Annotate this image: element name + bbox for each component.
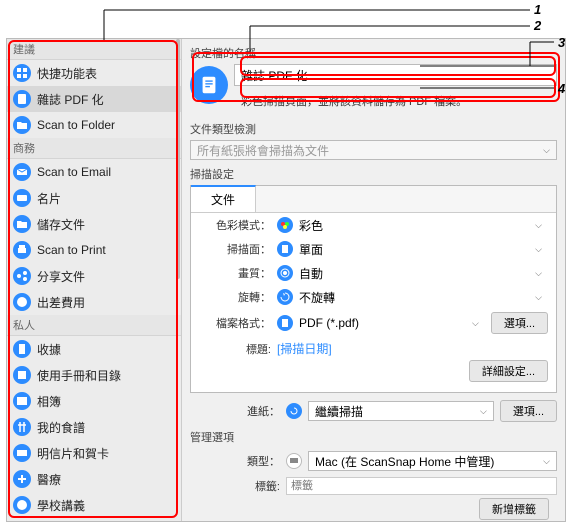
- sidebar-item-label: 雜誌 PDF 化: [37, 91, 104, 108]
- pdf-icon: [277, 315, 293, 331]
- book-icon: [13, 366, 31, 384]
- sidebar-item-album[interactable]: 相簿: [7, 388, 181, 414]
- medical-icon: [13, 470, 31, 488]
- profile-icon[interactable]: [190, 66, 228, 104]
- tag-label: 標籤:: [190, 478, 280, 494]
- scan-settings-box: 文件 色彩模式： 彩色⌵ 掃描面： 單面⌵ 畫質： 自動⌵ 旋轉： 不旋轉⌵: [190, 185, 557, 393]
- title-label: 標題:: [199, 341, 271, 357]
- rotate-combo[interactable]: 不旋轉⌵: [299, 288, 548, 306]
- feed-combo[interactable]: 繼續掃描⌵: [308, 401, 494, 421]
- feed-icon: [286, 403, 302, 419]
- sidebar-item-label: 學校講義: [37, 497, 85, 514]
- print-icon: [13, 241, 31, 259]
- sidebar-item-label: Scan to Print: [37, 243, 106, 257]
- page-icon: [277, 241, 293, 257]
- sidebar-item-label: 收據: [37, 341, 61, 358]
- callout-num-1: 1: [534, 2, 541, 17]
- detail-settings-button[interactable]: 詳細設定...: [469, 360, 548, 382]
- sidebar-item-label: Scan to Folder: [37, 118, 115, 132]
- profile-description: 彩色掃描頁面，並將該資料儲存為 PDF 檔案。: [234, 89, 557, 113]
- doc-detect-label: 文件類型檢測: [190, 121, 557, 137]
- callout-num-2: 2: [534, 18, 541, 33]
- folder-icon: [13, 116, 31, 134]
- profile-name-input[interactable]: [234, 64, 557, 86]
- save-icon: [13, 215, 31, 233]
- sidebar-item-expense[interactable]: 出差費用: [7, 289, 181, 315]
- color-mode-label: 色彩模式：: [199, 217, 271, 233]
- type-combo[interactable]: Mac (在 ScanSnap Home 中管理)⌵: [308, 451, 557, 471]
- tab-document[interactable]: 文件: [191, 185, 256, 212]
- sidebar-item-share[interactable]: 分享文件: [7, 263, 181, 289]
- doc-detect-combo[interactable]: 所有紙張將會掃描為文件 ⌵: [190, 140, 557, 160]
- postcard-icon: [13, 444, 31, 462]
- quality-combo[interactable]: 自動⌵: [299, 264, 548, 282]
- manage-label: 管理選項: [190, 429, 557, 445]
- globe-icon: [13, 293, 31, 311]
- sidebar-item-save-doc[interactable]: 儲存文件: [7, 211, 181, 237]
- sidebar-group-suggest: 建議: [7, 39, 181, 60]
- quality-icon: [277, 265, 293, 281]
- sidebar-item-scan-print[interactable]: Scan to Print: [7, 237, 181, 263]
- fork-icon: [13, 418, 31, 436]
- sidebar: 建議 快捷功能表 雜誌 PDF 化 Scan to Folder 商務 Scan…: [7, 39, 182, 521]
- card-icon: [13, 189, 31, 207]
- sidebar-item-quickmenu[interactable]: 快捷功能表: [7, 60, 181, 86]
- rotate-label: 旋轉：: [199, 289, 271, 305]
- quality-label: 畫質：: [199, 265, 271, 281]
- title-link[interactable]: [掃描日期]: [277, 340, 332, 357]
- color-mode-combo[interactable]: 彩色⌵: [299, 216, 548, 234]
- share-icon: [13, 267, 31, 285]
- mac-icon: [286, 453, 302, 469]
- photo-icon: [13, 392, 31, 410]
- grid-icon: [13, 64, 31, 82]
- sidebar-item-label: 我的食譜: [37, 419, 85, 436]
- sidebar-item-label: 分享文件: [37, 268, 85, 285]
- side-combo[interactable]: 單面⌵: [299, 240, 548, 258]
- content-pane: 設定檔的名稱 彩色掃描頁面，並將該資料儲存為 PDF 檔案。 文件類型檢測 所有…: [182, 39, 565, 521]
- side-label: 掃描面：: [199, 241, 271, 257]
- feed-label: 進紙：: [190, 403, 280, 419]
- sidebar-item-school[interactable]: 學校講義: [7, 492, 181, 518]
- sidebar-item-medical[interactable]: 醫療: [7, 466, 181, 492]
- format-options-button[interactable]: 選項...: [491, 312, 548, 334]
- sidebar-item-label: 儲存文件: [37, 216, 85, 233]
- tag-input[interactable]: [286, 477, 557, 495]
- sidebar-item-scan-folder[interactable]: Scan to Folder: [7, 112, 181, 138]
- rotate-icon: [277, 289, 293, 305]
- sidebar-item-label: 快捷功能表: [37, 65, 97, 82]
- sidebar-item-postcard[interactable]: 明信片和賀卡: [7, 440, 181, 466]
- document-icon: [13, 90, 31, 108]
- school-icon: [13, 496, 31, 514]
- add-tag-button[interactable]: 新增標籤: [479, 498, 549, 520]
- sidebar-item-label: 醫療: [37, 471, 61, 488]
- sidebar-item-label: 使用手冊和目錄: [37, 367, 121, 384]
- feed-options-button[interactable]: 選項...: [500, 400, 557, 422]
- sidebar-group-business: 商務: [7, 138, 181, 159]
- mail-icon: [13, 163, 31, 181]
- chevron-down-icon: ⌵: [543, 145, 550, 156]
- sidebar-item-card[interactable]: 名片: [7, 185, 181, 211]
- sidebar-item-label: 出差費用: [37, 294, 85, 311]
- sidebar-item-manual[interactable]: 使用手冊和目錄: [7, 362, 181, 388]
- sidebar-item-label: 名片: [37, 190, 61, 207]
- sidebar-item-label: 明信片和賀卡: [37, 445, 109, 462]
- callout-num-4: 4: [558, 81, 565, 96]
- sidebar-item-label: 相簿: [37, 393, 61, 410]
- sidebar-item-scan-email[interactable]: Scan to Email: [7, 159, 181, 185]
- callout-num-3: 3: [558, 35, 565, 50]
- type-label: 類型：: [190, 453, 280, 469]
- format-combo[interactable]: PDF (*.pdf)⌵: [299, 314, 485, 332]
- format-label: 檔案格式：: [199, 315, 271, 331]
- color-icon: [277, 217, 293, 233]
- sidebar-group-personal: 私人: [7, 315, 181, 336]
- receipt-icon: [13, 340, 31, 358]
- profile-name-label: 設定檔的名稱: [190, 45, 557, 61]
- sidebar-item-recipe[interactable]: 我的食譜: [7, 414, 181, 440]
- sidebar-item-magazine-pdf[interactable]: 雜誌 PDF 化: [7, 86, 181, 112]
- scrollbar[interactable]: [175, 39, 181, 521]
- scan-settings-label: 掃描設定: [190, 166, 557, 182]
- sidebar-item-label: Scan to Email: [37, 165, 111, 179]
- sidebar-item-receipt[interactable]: 收據: [7, 336, 181, 362]
